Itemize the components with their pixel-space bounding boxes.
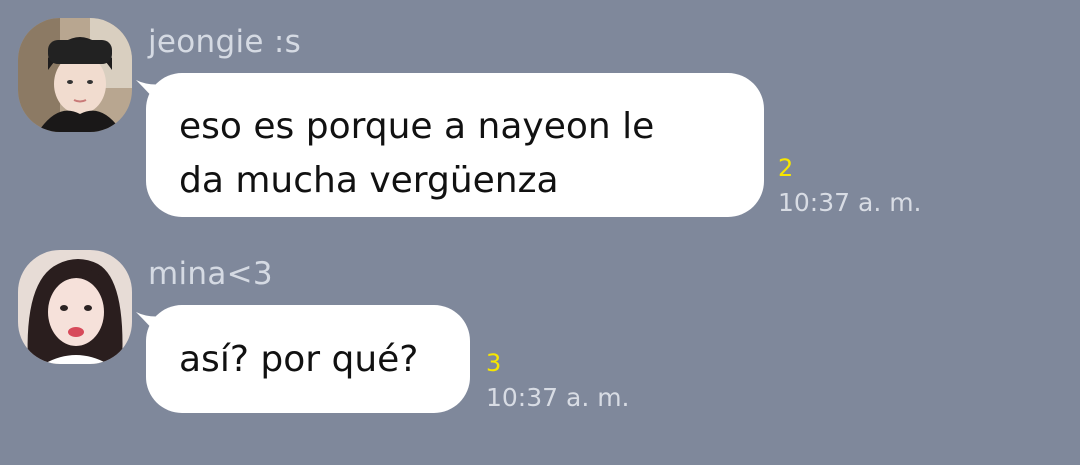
- sender-avatar[interactable]: [18, 18, 132, 132]
- message-time: 10:37 a. m.: [778, 188, 922, 217]
- unread-count: 3: [486, 349, 502, 377]
- profile-photo-jeongie-icon: [18, 18, 132, 132]
- message-line: eso es porque a nayeon le: [179, 106, 655, 147]
- message-bubble[interactable]: así? por qué?: [146, 305, 470, 413]
- message-time: 10:37 a. m.: [486, 383, 630, 412]
- profile-photo-mina-icon: [18, 250, 132, 364]
- sender-avatar[interactable]: [18, 250, 132, 364]
- message-line: da mucha vergüenza: [179, 160, 559, 201]
- message-bubble[interactable]: eso es porque a nayeon le da mucha vergü…: [146, 73, 764, 217]
- message-line: así? por qué?: [179, 339, 419, 380]
- sender-name: mina<3: [148, 256, 273, 292]
- unread-count: 2: [778, 154, 794, 182]
- sender-name: jeongie :s: [148, 24, 302, 60]
